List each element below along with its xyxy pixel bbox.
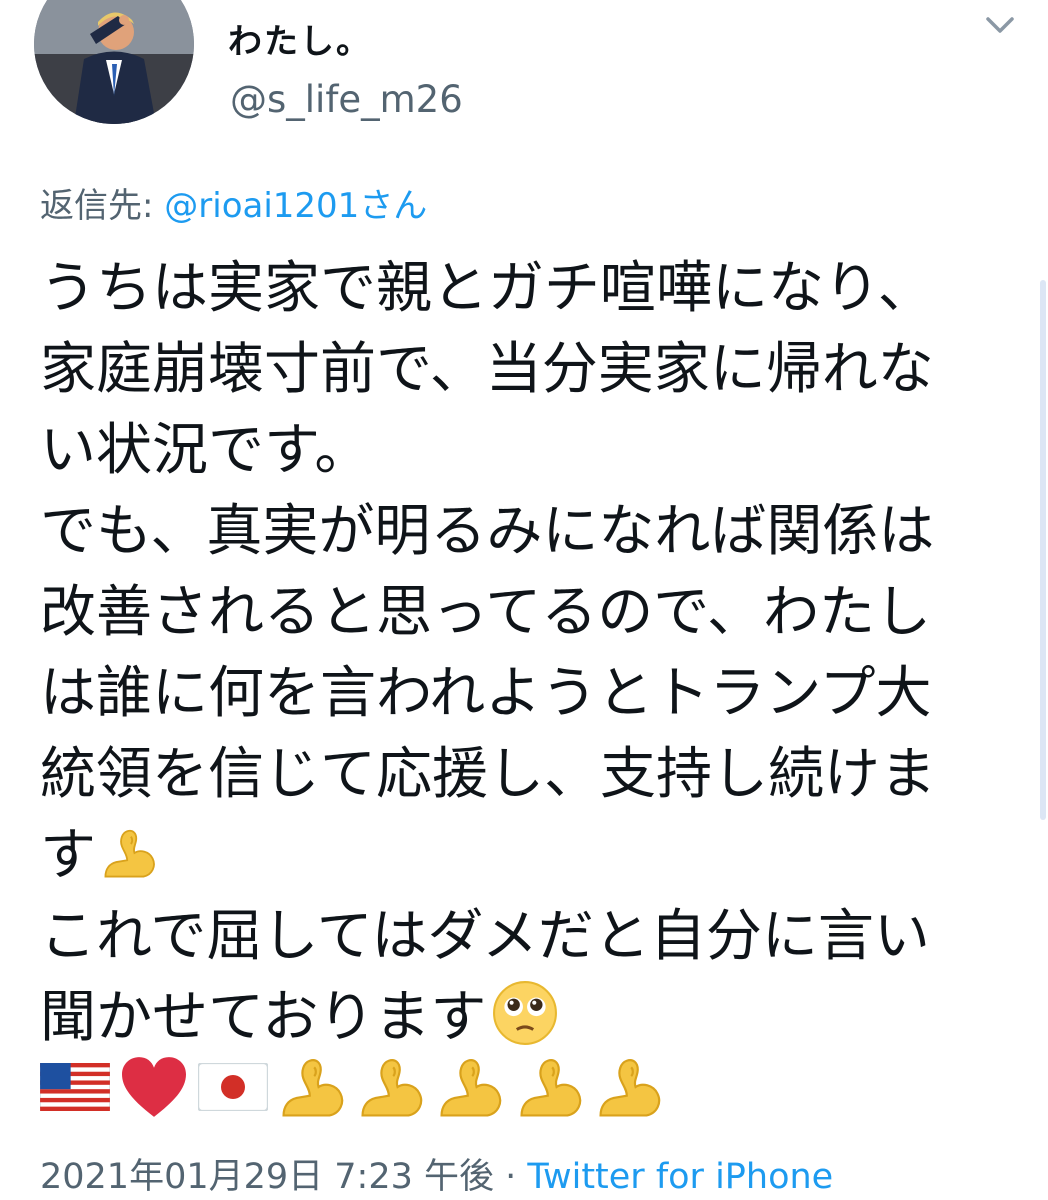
reply-suffix: さん (359, 186, 428, 226)
tweet[interactable]: わたし。 @s_life_m26 返信先: @rioai1201さん うちは実家… (0, 0, 1048, 1200)
japan-flag-icon (198, 1063, 268, 1115)
tweet-line: い状況です。 (40, 418, 371, 483)
us-flag-icon (40, 1063, 110, 1115)
flexed-biceps-icon (515, 1052, 585, 1126)
tweet-line: これで屈してはダメだと自分に言い (40, 904, 930, 969)
flexed-biceps-icon (100, 823, 158, 904)
reply-prefix: 返信先: (40, 186, 165, 226)
scrollbar[interactable] (1040, 280, 1046, 820)
tweet-line-with-emoji: す (40, 815, 1020, 896)
tweet-line: 統領を信じて応援し、支持し続けま (40, 742, 936, 807)
tweet-meta: 2021年01月29日 7:23 午後 · Twitter for iPhone (40, 1148, 833, 1199)
profile-photo-icon (34, 0, 194, 124)
chevron-down-icon (986, 17, 1014, 33)
tweet-line: でも、真実が明るみになれば関係は (40, 499, 935, 564)
reply-to-line: 返信先: @rioai1201さん (40, 178, 427, 227)
tweet-line-with-emoji: 聞かせております (40, 977, 1020, 1058)
flexed-biceps-icon (356, 1052, 426, 1126)
tweet-source-link[interactable]: Twitter for iPhone (527, 1157, 833, 1197)
avatar[interactable] (34, 0, 194, 124)
flexed-biceps-icon (435, 1052, 505, 1126)
tweet-line: す (40, 823, 96, 888)
display-name[interactable]: わたし。 (228, 14, 372, 63)
tweet-line: うちは実家で親とガチ喧嘩になり、 (40, 256, 934, 321)
tweet-line: 家庭崩壊寸前で、当分実家に帰れな (40, 337, 934, 402)
tweet-timestamp[interactable]: 2021年01月29日 7:23 午後 (40, 1157, 494, 1197)
red-heart-icon (119, 1055, 189, 1123)
tweet-line: は誰に何を言われようとトランプ大 (40, 661, 932, 726)
user-handle[interactable]: @s_life_m26 (230, 78, 463, 121)
flexed-biceps-icon (277, 1052, 347, 1126)
tweet-menu-button[interactable] (980, 6, 1020, 46)
reply-mention-link[interactable]: @rioai1201 (164, 186, 359, 226)
tweet-line: 聞かせております (40, 985, 487, 1050)
emoji-row (40, 1052, 668, 1122)
tweet-line: 改善されると思ってるので、わたし (40, 580, 931, 645)
tweet-body: うちは実家で親とガチ喧嘩になり、 家庭崩壊寸前で、当分実家に帰れな い状況です。… (40, 248, 1020, 1058)
meta-separator: · (494, 1157, 528, 1197)
flexed-biceps-icon (594, 1052, 664, 1126)
